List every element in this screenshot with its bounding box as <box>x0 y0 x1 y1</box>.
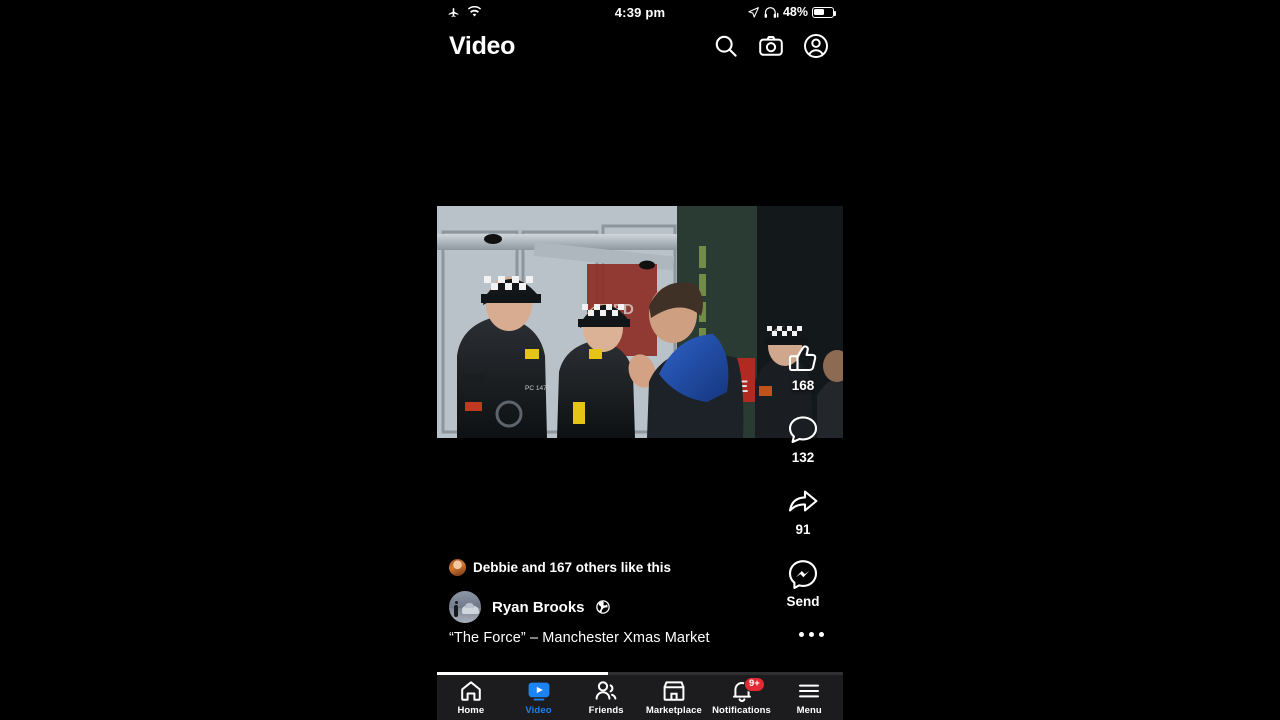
screen: 4:39 pm 48% Video E PC 1477 168 132 91 S… <box>0 0 1280 720</box>
header-actions <box>713 33 829 59</box>
camera-icon[interactable] <box>758 33 784 59</box>
marketplace-icon <box>663 681 685 701</box>
status-bar: 4:39 pm 48% <box>437 0 843 24</box>
likes-text: Debbie and 167 others like this <box>473 559 672 575</box>
headphones-icon <box>764 6 779 18</box>
globe-icon <box>595 600 610 614</box>
nav-item-video[interactable]: Video <box>505 675 573 720</box>
messenger-icon[interactable] <box>787 558 819 590</box>
profile-icon[interactable] <box>803 33 829 59</box>
ellipsis-icon <box>819 632 824 637</box>
app-header: Video <box>437 24 843 68</box>
comment-button[interactable]: 132 <box>787 414 819 465</box>
battery-icon <box>812 6 837 18</box>
author-row[interactable]: Ryan Brooks <box>437 590 777 624</box>
battery-percent: 48% <box>782 5 808 19</box>
author-name[interactable]: Ryan Brooks <box>492 599 585 616</box>
share-arrow-icon[interactable] <box>787 486 819 518</box>
page-title: Video <box>449 31 516 60</box>
avatar[interactable] <box>449 591 481 623</box>
nav-item-notifications[interactable]: 9+ Notifications <box>708 675 776 720</box>
share-count: 91 <box>795 522 811 537</box>
post-caption: “The Force” – Manchester Xmas Market <box>449 630 710 646</box>
menu-icon <box>799 684 820 698</box>
nav-label-home: Home <box>457 705 485 716</box>
likes-summary[interactable]: Debbie and 167 others like this <box>437 556 777 578</box>
nav-label-video: Video <box>525 705 552 716</box>
nav-label-notifications: Notifications <box>712 705 771 716</box>
thumbs-up-icon[interactable] <box>787 342 819 374</box>
reaction-avatar <box>449 558 466 576</box>
nav-item-marketplace[interactable]: Marketplace <box>640 675 708 720</box>
nav-label-friends: Friends <box>588 705 624 716</box>
phone-viewport: 4:39 pm 48% Video E PC 1477 168 132 91 S… <box>437 0 843 720</box>
svg-text:PC 1477: PC 1477 <box>525 385 551 392</box>
nav-label-marketplace: Marketplace <box>645 705 702 716</box>
like-count: 168 <box>791 378 815 393</box>
action-rail: 168 132 91 Send <box>773 342 833 609</box>
home-icon <box>461 681 481 701</box>
bottom-navigation: Home Video Friends Marketplace 9+ Notifi… <box>437 675 843 720</box>
location-arrow-icon <box>748 6 759 18</box>
comment-count: 132 <box>791 450 815 465</box>
send-label: Send <box>786 594 820 609</box>
video-icon <box>528 682 549 701</box>
overflow-menu-button[interactable] <box>799 632 824 637</box>
friends-icon <box>595 681 617 700</box>
status-bar-right: 48% <box>747 5 837 19</box>
search-icon[interactable] <box>713 33 739 59</box>
share-button[interactable]: 91 <box>787 486 819 537</box>
like-button[interactable]: 168 <box>787 342 819 393</box>
nav-item-menu[interactable]: Menu <box>775 675 843 720</box>
send-button[interactable]: Send <box>786 558 820 609</box>
ellipsis-icon <box>799 632 804 637</box>
ellipsis-icon <box>809 632 814 637</box>
nav-item-home[interactable]: Home <box>437 675 505 720</box>
comment-icon[interactable] <box>787 414 819 446</box>
nav-label-menu: Menu <box>796 705 822 716</box>
nav-item-friends[interactable]: Friends <box>572 675 640 720</box>
notifications-badge: 9+ <box>743 677 766 692</box>
